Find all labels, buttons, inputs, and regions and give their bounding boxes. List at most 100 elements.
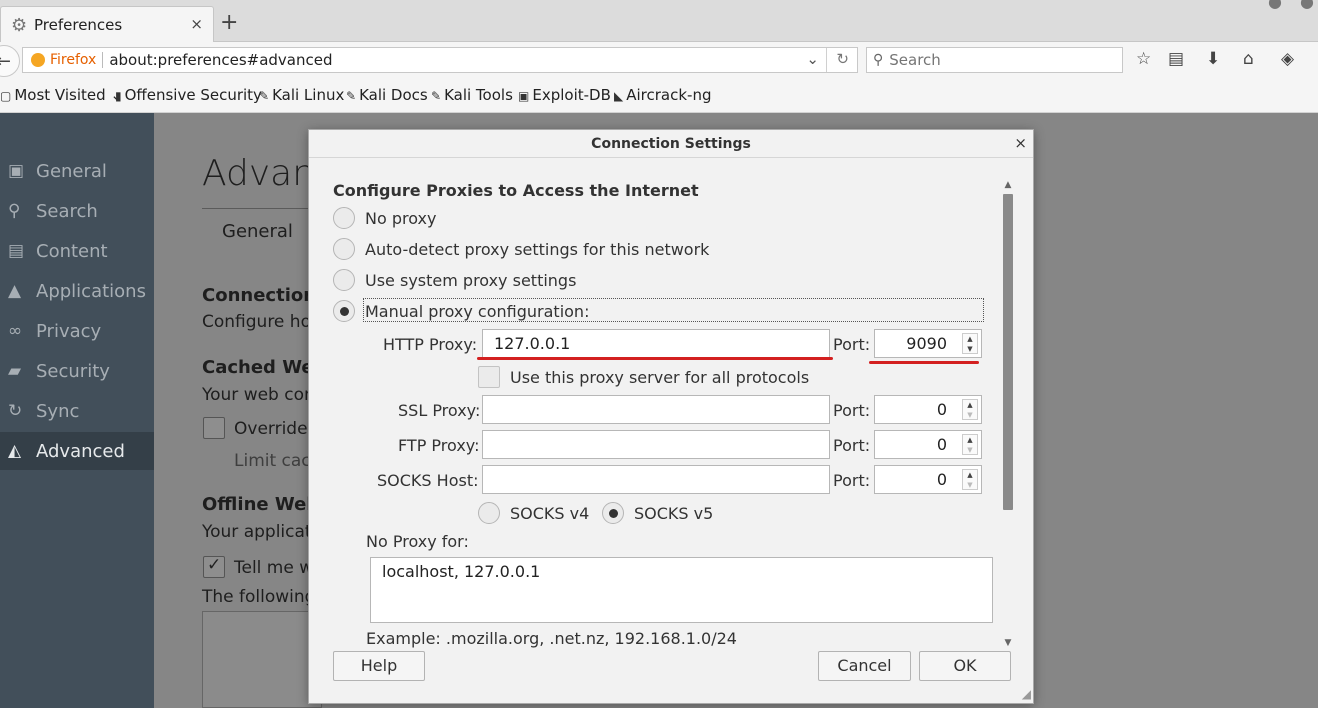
http-port-value: 9090 <box>906 334 947 353</box>
no-proxy-radio[interactable] <box>333 207 355 229</box>
dialog-scrollbar[interactable]: ▲ ▼ <box>1001 180 1015 648</box>
home-icon[interactable]: ⌂ <box>1243 49 1254 69</box>
chevron-down-icon[interactable]: ▼ <box>1001 638 1015 648</box>
chevron-down-icon[interactable]: ⌄ <box>806 50 819 68</box>
resize-grip-icon[interactable]: ◢ <box>1022 687 1031 701</box>
sidebar-item-search[interactable]: ⚲ Search <box>0 192 154 230</box>
annotation-underline-http <box>477 357 833 360</box>
tab-general[interactable]: General <box>222 221 293 242</box>
ftp-port-label: Port: <box>833 436 871 455</box>
sidebar-item-applications[interactable]: ▲ Applications <box>0 272 154 310</box>
ssl-proxy-label: SSL Proxy: <box>398 401 481 420</box>
window-close-icon[interactable]: ● <box>1300 0 1314 11</box>
sidebar-item-general[interactable]: ▣ General <box>0 152 154 190</box>
spin-down-icon[interactable]: ▼ <box>963 410 977 420</box>
socks-v5-label[interactable]: SOCKS v5 <box>634 504 713 523</box>
no-proxy-label[interactable]: No proxy <box>365 209 436 228</box>
kali-dragon-icon: ✎ <box>431 89 442 103</box>
back-button[interactable]: ← <box>0 45 20 77</box>
tellme-checkbox[interactable]: ✓ <box>203 555 225 578</box>
checkmark-icon: ✓ <box>207 555 222 575</box>
http-proxy-input[interactable]: 127.0.0.1 <box>482 329 830 358</box>
spin-down-icon[interactable]: ▼ <box>963 445 977 455</box>
cancel-button[interactable]: Cancel <box>818 651 911 681</box>
sidebar-item-security[interactable]: ▰ Security <box>0 352 154 390</box>
http-port-spinner[interactable]: ▲ ▼ <box>962 333 978 354</box>
pocket-icon[interactable]: ◈ <box>1281 49 1294 69</box>
bookmark-kali-linux[interactable]: ✎ Kali Linux <box>259 86 344 104</box>
bookmark-most-visited[interactable]: ▢ Most Visited ⌄ <box>0 86 123 104</box>
gear-icon: ⚙ <box>11 14 28 36</box>
manual-proxy-radio[interactable] <box>333 300 355 322</box>
connection-text: Configure hov <box>202 312 322 332</box>
system-proxy-radio[interactable] <box>333 269 355 291</box>
sidebar-item-content[interactable]: ▤ Content <box>0 232 154 270</box>
use-for-all-label[interactable]: Use this proxy server for all protocols <box>510 368 809 387</box>
system-proxy-label[interactable]: Use system proxy settings <box>365 271 576 290</box>
ssl-port-label: Port: <box>833 401 871 420</box>
auto-detect-label[interactable]: Auto-detect proxy settings for this netw… <box>365 240 709 259</box>
url-text[interactable]: about:preferences#advanced <box>109 51 332 69</box>
ok-button[interactable]: OK <box>919 651 1011 681</box>
bookmark-exploit-db[interactable]: ▣ Exploit-DB <box>518 86 611 104</box>
sidebar-item-sync[interactable]: ↻ Sync <box>0 392 154 430</box>
sidebar-item-advanced[interactable]: ◭ Advanced <box>0 432 154 470</box>
search-input[interactable] <box>889 51 1110 69</box>
reading-list-icon[interactable]: ▤ <box>1168 49 1184 69</box>
scrollbar-thumb[interactable] <box>1003 194 1013 510</box>
download-icon[interactable]: ⬇ <box>1206 49 1220 69</box>
bookmark-aircrack-ng[interactable]: ◣ Aircrack-ng <box>614 86 711 104</box>
content-icon: ▤ <box>8 241 25 261</box>
bookmarks-toolbar: ▢ Most Visited ⌄ ▮ Offensive Security ✎ Kal… <box>0 78 1318 113</box>
socks-v5-radio[interactable] <box>602 502 624 524</box>
spin-down-icon[interactable]: ▼ <box>963 480 977 490</box>
manual-proxy-label[interactable]: Manual proxy configuration: <box>365 302 589 321</box>
auto-detect-radio[interactable] <box>333 238 355 260</box>
sidebar-item-privacy[interactable]: ∞ Privacy <box>0 312 154 350</box>
url-bar[interactable]: Firefox about:preferences#advanced ⌄ ↻ <box>22 47 858 73</box>
close-icon[interactable]: × <box>1014 134 1027 152</box>
ssl-proxy-input[interactable] <box>482 395 830 424</box>
socks-v4-label[interactable]: SOCKS v4 <box>510 504 589 523</box>
spin-down-icon[interactable]: ▼ <box>963 344 977 354</box>
spin-up-icon[interactable]: ▲ <box>963 470 977 480</box>
help-button[interactable]: Help <box>333 651 425 681</box>
override-checkbox[interactable] <box>203 417 225 439</box>
spin-up-icon[interactable]: ▲ <box>963 435 977 445</box>
socks-port-stepper[interactable]: 0 ▲ ▼ <box>874 465 982 494</box>
search-bar[interactable]: ⚲ <box>866 47 1123 73</box>
connection-settings-dialog: Connection Settings × ▲ ▼ Configure Prox… <box>308 129 1034 704</box>
reload-icon[interactable]: ↻ <box>836 50 849 68</box>
bookmark-star-icon[interactable]: ☆ <box>1136 49 1151 69</box>
ftp-port-stepper[interactable]: 0 ▲ ▼ <box>874 430 982 459</box>
bookmark-kali-tools[interactable]: ✎ Kali Tools <box>431 86 513 104</box>
http-port-label: Port: <box>833 335 871 354</box>
spin-up-icon[interactable]: ▲ <box>963 334 977 344</box>
socks-v4-radio[interactable] <box>478 502 500 524</box>
no-proxy-example: Example: .mozilla.org, .net.nz, 192.168.… <box>366 629 737 648</box>
exploit-db-icon: ▣ <box>518 89 530 103</box>
chevron-up-icon[interactable]: ▲ <box>1001 180 1015 190</box>
no-proxy-for-textarea[interactable]: localhost, 127.0.0.1 <box>370 557 993 623</box>
new-tab-button[interactable]: + <box>220 10 238 35</box>
cached-text: Your web con <box>202 385 315 405</box>
minimize-icon[interactable]: ● <box>1268 0 1282 11</box>
bookmark-kali-docs[interactable]: ✎ Kali Docs <box>346 86 428 104</box>
tab-close-button[interactable]: × <box>190 15 203 33</box>
offsec-icon: ▮ <box>115 89 122 103</box>
ftp-port-spinner[interactable]: ▲ ▼ <box>962 434 978 455</box>
socks-host-input[interactable] <box>482 465 830 494</box>
tab-preferences[interactable]: ⚙ Preferences × <box>0 6 214 43</box>
use-for-all-checkbox[interactable] <box>478 366 500 388</box>
ssl-port-stepper[interactable]: 0 ▲ ▼ <box>874 395 982 424</box>
override-label: Override <box>234 419 308 439</box>
search-icon: ⚲ <box>8 201 21 221</box>
dialog-title: Connection Settings <box>309 130 1033 158</box>
spin-up-icon[interactable]: ▲ <box>963 400 977 410</box>
socks-port-spinner[interactable]: ▲ ▼ <box>962 469 978 490</box>
ftp-proxy-input[interactable] <box>482 430 830 459</box>
ssl-port-spinner[interactable]: ▲ ▼ <box>962 399 978 420</box>
bookmark-offensive-security[interactable]: ▮ Offensive Security <box>115 86 262 104</box>
http-port-stepper[interactable]: 9090 ▲ ▼ <box>874 329 982 358</box>
offline-text: Your applicat <box>202 522 312 542</box>
